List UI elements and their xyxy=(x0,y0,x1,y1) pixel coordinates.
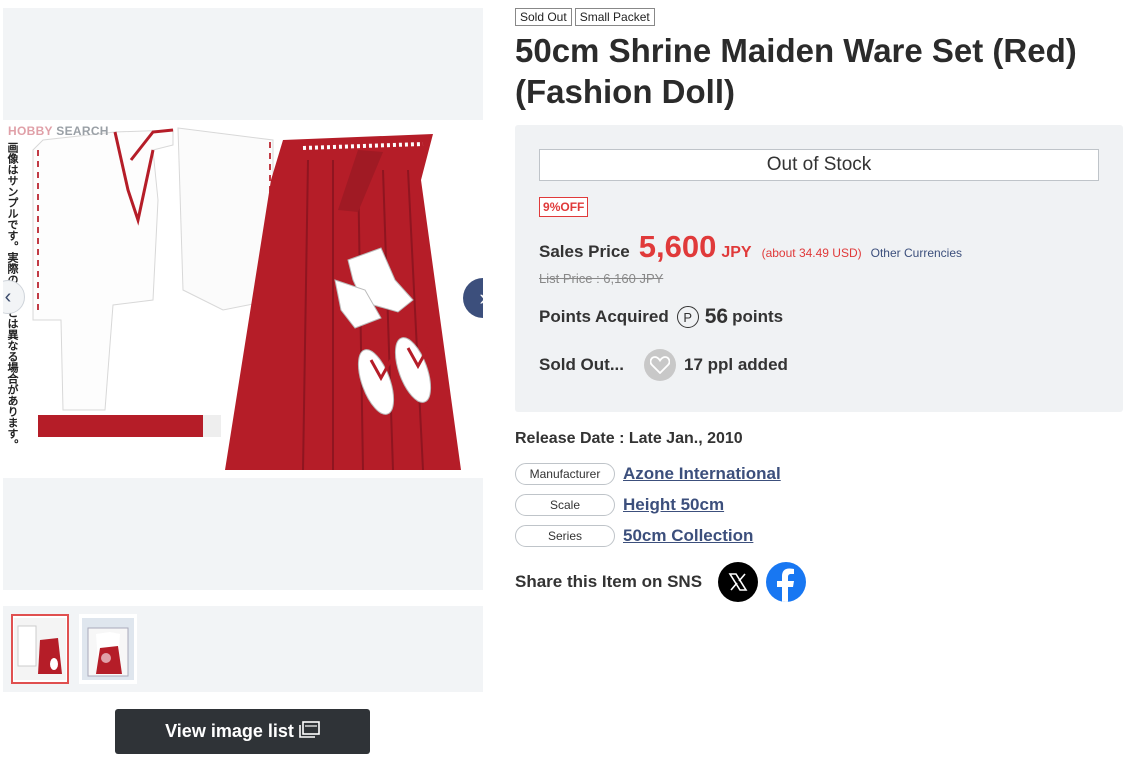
spec-tag-series: Series xyxy=(515,525,615,547)
price-currency: JPY xyxy=(721,244,752,261)
thumbnail-package-image xyxy=(82,618,134,680)
x-share-button[interactable] xyxy=(718,562,759,602)
wishlist-heart-button[interactable] xyxy=(644,349,676,381)
status-badges: Sold Out Small Packet xyxy=(515,8,1125,26)
scale-link[interactable]: Height 50cm xyxy=(623,495,724,515)
release-date: Release Date : Late Jan., 2010 xyxy=(515,430,743,447)
sales-price-row: Sales Price 5,600 JPY (about 34.49 USD) … xyxy=(539,229,962,265)
thumbnail-2[interactable] xyxy=(79,614,137,684)
points-row: Points Acquired P 56 points xyxy=(539,305,783,329)
manufacturer-link[interactable]: Azone International xyxy=(623,464,781,484)
x-logo-icon xyxy=(728,573,748,591)
facebook-share-button[interactable] xyxy=(766,562,807,602)
gallery-icon xyxy=(298,720,320,743)
wishlist-label: Sold Out... xyxy=(539,355,624,374)
image-gallery: HOBBY SEARCH 画像はサンプルです。実際の商品とは異なる場合があります… xyxy=(3,8,483,692)
points-label: Points Acquired xyxy=(539,307,669,326)
wishlist-count: 17 ppl added xyxy=(684,355,788,374)
spec-series: Series 50cm Collection xyxy=(515,525,753,547)
other-currencies-link[interactable]: Other Currencies xyxy=(871,246,962,260)
price-usd-estimate: (about 34.49 USD) xyxy=(761,246,862,260)
spec-manufacturer: Manufacturer Azone International xyxy=(515,463,781,485)
wishlist-row: Sold Out... 17 ppl added xyxy=(539,349,788,381)
spec-scale: Scale Height 50cm xyxy=(515,494,724,516)
thumbnail-costume-image xyxy=(14,618,66,680)
chevron-left-icon: ‹ xyxy=(4,285,12,308)
list-price: List Price : 6,160 JPY xyxy=(539,271,664,286)
product-title: 50cm Shrine Maiden Ware Set (Red) (Fashi… xyxy=(515,32,1077,110)
share-row: Share this Item on SNS xyxy=(515,562,807,602)
sales-price-label: Sales Price xyxy=(539,242,630,261)
product-photo: HOBBY SEARCH 画像はサンプルです。実際の商品とは異なる場合があります… xyxy=(3,120,483,478)
series-link[interactable]: 50cm Collection xyxy=(623,526,753,546)
discount-badge: 9%OFF xyxy=(539,197,589,217)
points-value: 56 xyxy=(704,305,729,328)
out-of-stock-button[interactable]: Out of Stock xyxy=(539,149,1099,181)
sold-out-badge: Sold Out xyxy=(515,8,572,26)
hobby-search-watermark: HOBBY SEARCH xyxy=(8,124,109,138)
thumbnail-1[interactable] xyxy=(11,614,69,684)
heart-icon xyxy=(650,356,670,374)
sales-price-value: 5,600 xyxy=(638,229,717,264)
price-panel: Out of Stock 9%OFF Sales Price 5,600 JPY… xyxy=(515,125,1123,412)
share-label: Share this Item on SNS xyxy=(515,572,703,591)
points-icon: P xyxy=(676,306,699,328)
small-packet-badge: Small Packet xyxy=(574,8,655,26)
chevron-right-icon: › xyxy=(479,285,483,311)
view-image-list-button[interactable]: View image list xyxy=(115,709,370,754)
thumbnail-strip xyxy=(3,606,483,692)
spec-tag-scale: Scale xyxy=(515,494,615,516)
shrine-maiden-costume-image xyxy=(32,127,461,471)
spec-tag-manufacturer: Manufacturer xyxy=(515,463,615,485)
main-product-image[interactable]: HOBBY SEARCH 画像はサンプルです。実際の商品とは異なる場合があります… xyxy=(3,8,483,590)
facebook-logo-icon xyxy=(777,568,795,602)
product-info: Sold Out Small Packet 50cm Shrine Maiden… xyxy=(515,8,1125,602)
points-unit: points xyxy=(732,307,784,326)
